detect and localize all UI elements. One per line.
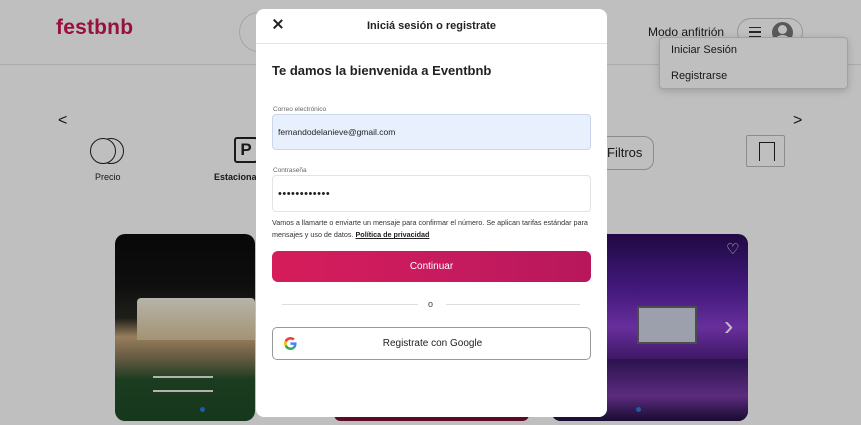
sms-disclaimer: Vamos a llamarte o enviarte un mensaje p… [272, 217, 592, 241]
email-input[interactable] [278, 115, 578, 149]
password-label: Contraseña [273, 167, 307, 174]
login-modal: Iniciá sesión o registrate Te damos la b… [256, 9, 607, 417]
divider-line [446, 304, 580, 305]
password-input[interactable] [278, 176, 578, 211]
disclaimer-text: Vamos a llamarte o enviarte un mensaje p… [272, 218, 588, 239]
divider-line [282, 304, 418, 305]
welcome-heading: Te damos la bienvenida a Eventbnb [272, 63, 492, 78]
divider-or: o [428, 299, 434, 309]
email-label: Correo electrónico [273, 106, 327, 113]
email-field[interactable]: Correo electrónico [272, 106, 591, 150]
modal-header: Iniciá sesión o registrate [256, 9, 607, 44]
privacy-policy-link[interactable]: Política de privacidad [356, 230, 430, 239]
google-signup-button[interactable]: Registrate con Google [272, 327, 591, 360]
modal-title: Iniciá sesión o registrate [367, 20, 496, 32]
continue-button[interactable]: Continuar [272, 251, 591, 282]
google-button-label: Registrate con Google [382, 338, 483, 349]
password-field[interactable]: Contraseña [272, 167, 591, 212]
